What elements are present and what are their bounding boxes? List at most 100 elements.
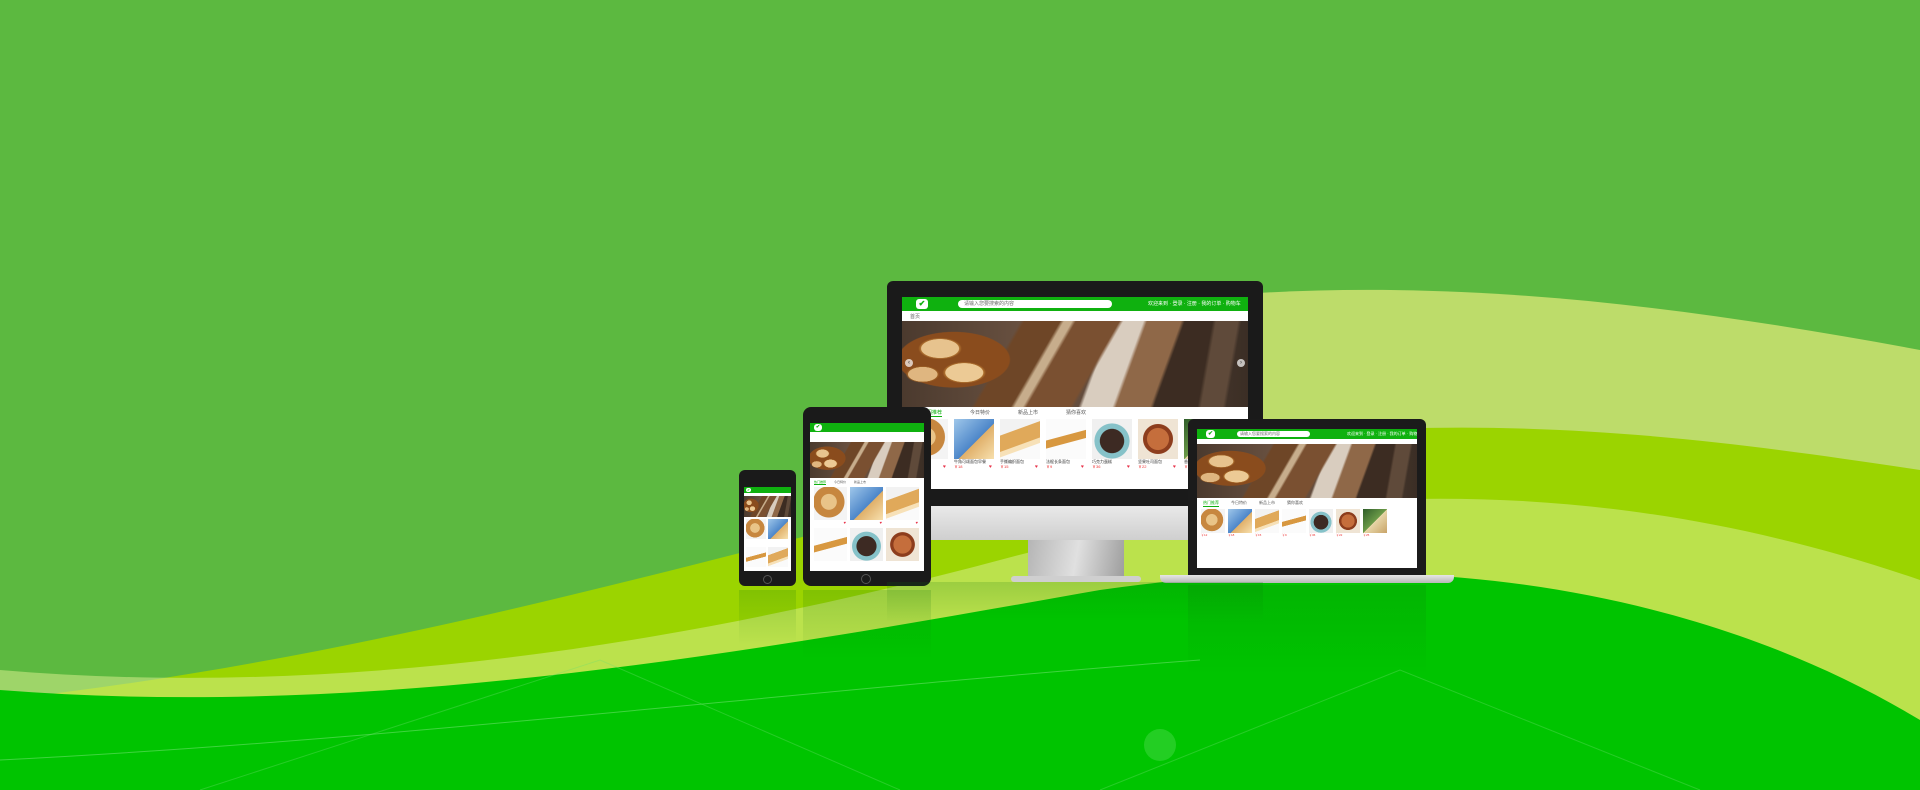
product-price: ￥18 xyxy=(1228,533,1235,537)
tab-special[interactable]: 今日特价 xyxy=(970,409,990,417)
product-card[interactable]: ♥ xyxy=(814,487,847,525)
banner-carousel[interactable]: ‹ › xyxy=(902,321,1248,407)
tab-hot[interactable]: 热门推荐 xyxy=(814,480,827,485)
product-image xyxy=(850,487,883,520)
phone-reflection xyxy=(739,590,796,645)
favorite-heart-icon[interactable]: ♥ xyxy=(943,464,946,470)
site-header: ✔ xyxy=(810,423,924,432)
product-card[interactable]: 牛角可颂面包早餐 ￥18 ♥ xyxy=(954,419,994,470)
category-tabs: 热门推荐 今日特价 新品上市 猜你喜欢 xyxy=(922,409,1086,417)
favorite-heart-icon[interactable]: ♥ xyxy=(1081,464,1084,470)
product-list: ♥ ♥ ♥ xyxy=(814,487,920,561)
tablet-home-button[interactable] xyxy=(861,574,871,584)
tab-new[interactable]: 新品上市 xyxy=(854,480,866,485)
product-image xyxy=(1201,509,1225,533)
product-card[interactable]: ♥ xyxy=(850,487,883,525)
banner-carousel[interactable] xyxy=(1197,444,1417,498)
product-image xyxy=(814,487,847,520)
favorite-heart-icon[interactable]: ♥ xyxy=(1173,464,1176,470)
product-image xyxy=(1363,509,1387,533)
product-card[interactable] xyxy=(768,519,788,539)
product-image xyxy=(1092,419,1132,459)
product-image xyxy=(746,547,766,567)
product-card[interactable]: 手撕编织面包 ￥15 ♥ xyxy=(1000,419,1040,470)
product-card[interactable]: ￥12 xyxy=(1201,509,1225,537)
favorite-heart-icon[interactable]: ♥ xyxy=(1035,464,1038,470)
product-list xyxy=(746,519,789,567)
tab-hot[interactable]: 热门推荐 xyxy=(1203,500,1219,507)
product-card[interactable]: ♥ xyxy=(886,487,919,525)
tab-guess[interactable]: 猜你喜欢 xyxy=(1066,409,1086,417)
product-card[interactable]: ￥18 xyxy=(1228,509,1252,537)
favorite-heart-icon[interactable]: ♥ xyxy=(916,520,918,525)
breadcrumb[interactable]: 首页 xyxy=(910,313,920,320)
favorite-heart-icon[interactable]: ♥ xyxy=(989,464,992,470)
product-image xyxy=(768,519,788,539)
product-card[interactable]: 法棍长条面包 ￥9 ♥ xyxy=(1046,419,1086,470)
phone-screen: ✔ xyxy=(744,487,791,571)
tab-guess[interactable]: 猜你喜欢 xyxy=(1287,500,1303,507)
site-header: ✔ xyxy=(744,487,791,493)
tab-special[interactable]: 今日特价 xyxy=(834,480,846,485)
tab-new[interactable]: 新品上市 xyxy=(1259,500,1275,507)
basket-logo-icon[interactable]: ✔ xyxy=(814,424,822,431)
product-card[interactable] xyxy=(746,519,766,539)
basket-logo-icon[interactable]: ✔ xyxy=(1206,430,1215,438)
product-price: ￥15 xyxy=(1255,533,1262,537)
product-price: ￥36 xyxy=(1092,464,1101,469)
tablet-screen: ✔ 热门推荐 今日特价 新品上市 ♥ ♥ ♥ xyxy=(810,423,924,571)
favorite-heart-icon[interactable]: ♥ xyxy=(1127,464,1130,470)
favorite-heart-icon[interactable]: ♥ xyxy=(844,520,846,525)
carousel-next-icon[interactable]: › xyxy=(1237,359,1245,367)
basket-logo-icon[interactable]: ✔ xyxy=(746,488,751,492)
product-card[interactable]: ￥9 xyxy=(1282,509,1306,537)
product-price: ￥9 xyxy=(1046,464,1053,469)
product-card[interactable]: ￥22 xyxy=(1336,509,1360,537)
product-card[interactable] xyxy=(768,547,788,567)
banner-carousel[interactable] xyxy=(810,442,924,478)
product-image xyxy=(768,547,788,567)
product-card[interactable]: 巧克力蛋糕 ￥36 ♥ xyxy=(1092,419,1132,470)
site-header: ✔ 请输入您要搜索的内容 欢迎来到 · 登录 · 注册 · 我的订单 · 购物车 xyxy=(902,297,1248,311)
category-tabs: 热门推荐 今日特价 新品上市 猜你喜欢 xyxy=(1203,500,1303,507)
product-price: ￥36 xyxy=(1309,533,1316,537)
product-list: ￥12 ￥18 ￥15 ￥9 ￥36 ￥22 ￥25 xyxy=(1201,509,1387,537)
product-price: ￥18 xyxy=(954,464,963,469)
product-image xyxy=(850,528,883,561)
search-input[interactable]: 请输入您要搜索的内容 xyxy=(1237,431,1310,437)
monitor-reflection xyxy=(887,582,1263,622)
carousel-prev-icon[interactable]: ‹ xyxy=(905,359,913,367)
monitor-stand xyxy=(1028,540,1124,578)
product-card[interactable]: 坚果吐司面包 ￥22 ♥ xyxy=(1138,419,1178,470)
user-links[interactable]: 欢迎来到 · 登录 · 注册 · 我的订单 · 购物车 xyxy=(1148,300,1241,308)
product-image xyxy=(1255,509,1279,533)
tab-special[interactable]: 今日特价 xyxy=(1231,500,1247,507)
product-price: ￥15 xyxy=(1000,464,1009,469)
product-card[interactable]: ￥36 xyxy=(1309,509,1333,537)
product-card[interactable]: ￥25 xyxy=(1363,509,1387,537)
product-list: 法式面包 ￥12 ♥ 牛角可颂面包早餐 ￥18 ♥ 手撕编织面包 ￥15 ♥ 法… xyxy=(908,419,1224,470)
basket-logo-icon[interactable]: ✔ xyxy=(916,299,928,309)
phone-home-button[interactable] xyxy=(763,575,772,584)
product-card[interactable]: ￥15 xyxy=(1255,509,1279,537)
product-image xyxy=(1000,419,1040,459)
product-image xyxy=(1336,509,1360,533)
product-image xyxy=(1282,509,1306,533)
site-header: ✔ 请输入您要搜索的内容 欢迎来到 · 登录 · 注册 · 我的订单 · 购物车 xyxy=(1197,429,1417,439)
product-image xyxy=(746,519,766,539)
favorite-heart-icon[interactable]: ♥ xyxy=(880,520,882,525)
product-image xyxy=(886,528,919,561)
banner-carousel[interactable] xyxy=(744,496,791,517)
product-card[interactable] xyxy=(746,547,766,567)
product-price: ￥22 xyxy=(1138,464,1147,469)
product-card[interactable] xyxy=(814,528,847,561)
product-price: ￥22 xyxy=(1336,533,1343,537)
tab-new[interactable]: 新品上市 xyxy=(1018,409,1038,417)
product-card[interactable] xyxy=(886,528,919,561)
user-links[interactable]: 欢迎来到 · 登录 · 注册 · 我的订单 · 购物车 xyxy=(1347,431,1417,437)
product-card[interactable] xyxy=(850,528,883,561)
product-image xyxy=(1309,509,1333,533)
search-input[interactable]: 请输入您要搜索的内容 xyxy=(958,300,1112,308)
product-image xyxy=(814,528,847,561)
product-image xyxy=(1228,509,1252,533)
